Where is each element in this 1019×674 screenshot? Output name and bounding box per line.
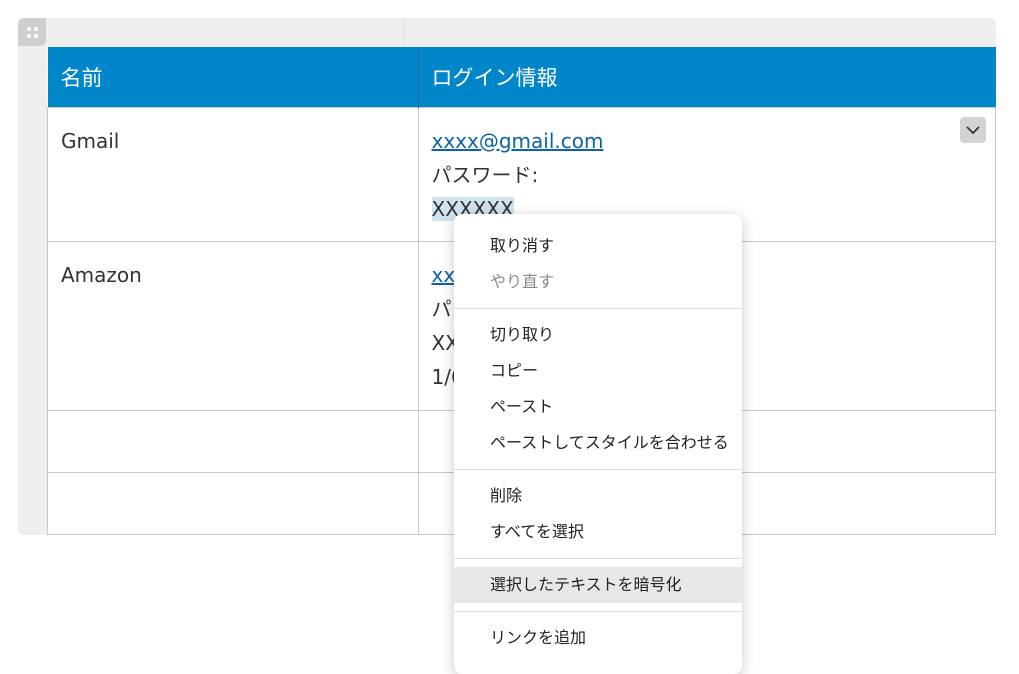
cell-name[interactable]: Amazon bbox=[47, 241, 419, 411]
menu-item-delete[interactable]: 削除 bbox=[454, 478, 742, 514]
menu-item-select-all[interactable]: すべてを選択 bbox=[454, 514, 742, 550]
menu-divider bbox=[454, 308, 742, 309]
cell-name[interactable] bbox=[47, 410, 419, 473]
menu-divider bbox=[454, 469, 742, 470]
menu-item-paste[interactable]: ペースト bbox=[454, 389, 742, 425]
menu-divider bbox=[454, 558, 742, 559]
cell-name[interactable]: Gmail bbox=[47, 107, 419, 242]
menu-item-redo[interactable]: やり直す bbox=[454, 264, 742, 300]
email-link[interactable]: xxxx@gmail.com bbox=[432, 129, 604, 153]
menu-item-add-link[interactable]: リンクを追加 bbox=[454, 620, 742, 656]
header-login-info[interactable]: ログイン情報 bbox=[418, 47, 996, 108]
menu-item-encrypt-selection[interactable]: 選択したテキストを暗号化 bbox=[454, 567, 742, 603]
menu-divider bbox=[454, 611, 742, 612]
drag-handle-icon[interactable] bbox=[18, 18, 46, 46]
cell-name[interactable] bbox=[47, 472, 419, 535]
row-name-text: Amazon bbox=[61, 263, 142, 287]
row-name-text: Gmail bbox=[61, 129, 120, 153]
column-resize-strip[interactable] bbox=[404, 18, 405, 47]
context-menu: 取り消す やり直す 切り取り コピー ペースト ペーストしてスタイルを合わせる … bbox=[454, 214, 742, 674]
menu-item-undo[interactable]: 取り消す bbox=[454, 228, 742, 264]
menu-item-cut[interactable]: 切り取り bbox=[454, 317, 742, 353]
menu-item-paste-match-style[interactable]: ペーストしてスタイルを合わせる bbox=[454, 425, 742, 461]
header-name[interactable]: 名前 bbox=[47, 47, 419, 108]
password-label: パスワード: bbox=[431, 163, 539, 187]
menu-item-copy[interactable]: コピー bbox=[454, 353, 742, 389]
chevron-down-icon[interactable] bbox=[960, 117, 986, 143]
